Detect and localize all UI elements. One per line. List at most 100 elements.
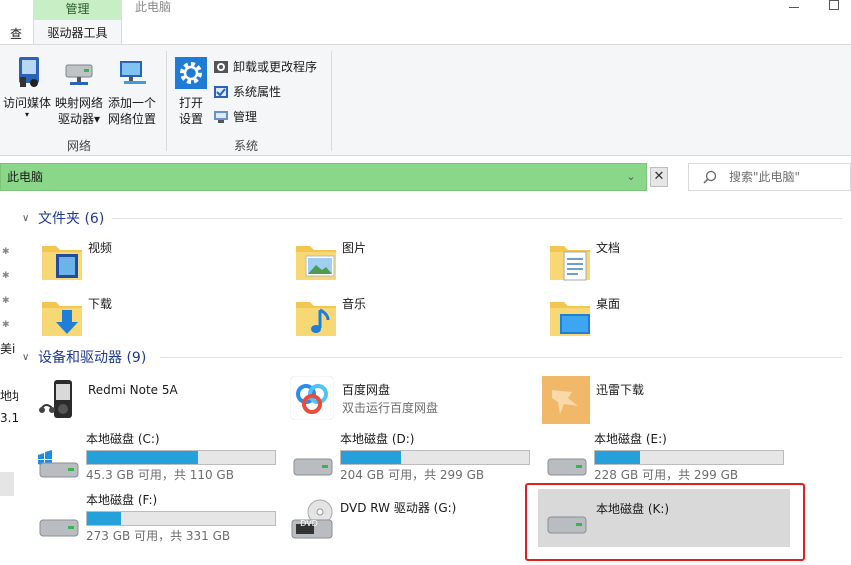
group-network-label: 网络 bbox=[67, 139, 92, 153]
drive-space-info: 45.3 GB 可用，共 110 GB bbox=[86, 468, 234, 482]
hard-drive-icon bbox=[39, 519, 79, 537]
devices-header-label: 设备和驱动器 (9) bbox=[38, 350, 147, 366]
hard-drive-icon bbox=[293, 458, 333, 476]
system-properties-icon bbox=[214, 86, 228, 98]
baidu-name: 百度网盘 bbox=[342, 383, 391, 397]
device-baidu-netdisk[interactable]: 百度网盘 双击运行百度网盘 bbox=[290, 376, 534, 434]
drive-name: 本地磁盘 (F:) bbox=[86, 493, 158, 507]
drive-d[interactable]: 本地磁盘 (D:) 204 GB 可用，共 299 GB bbox=[290, 431, 534, 489]
folder-label: 音乐 bbox=[342, 297, 367, 311]
search-input[interactable]: 搜索"此电脑" bbox=[688, 163, 851, 191]
pin-icon: ✱ bbox=[2, 320, 10, 330]
drive-usage-fill bbox=[87, 512, 121, 525]
address-path: 此电脑 bbox=[7, 170, 44, 184]
drive-usage-fill bbox=[341, 451, 402, 464]
folder-pictures[interactable]: 图片 bbox=[294, 240, 544, 290]
baidu-subtitle: 双击运行百度网盘 bbox=[342, 401, 439, 415]
documents-folder-icon bbox=[550, 246, 590, 281]
window-title: 此电脑 bbox=[135, 0, 172, 14]
folder-label: 视频 bbox=[88, 241, 113, 255]
open-settings-label-2: 设置 bbox=[178, 112, 203, 126]
address-bar[interactable]: 此电脑 ⌄ bbox=[0, 163, 647, 191]
chevron-down-icon[interactable]: ⌄ bbox=[621, 167, 641, 187]
nav-item-partial[interactable]: 3.1 bbox=[0, 411, 18, 425]
folder-videos[interactable]: 视频 bbox=[40, 240, 290, 290]
drive-usage-bar bbox=[340, 450, 530, 465]
open-settings-button[interactable]: 打开 设置 bbox=[172, 57, 210, 127]
drive-space-info: 228 GB 可用，共 299 GB bbox=[594, 468, 739, 482]
map-drive-label-2: 驱动器▾ bbox=[57, 112, 101, 126]
navigation-pane: ✱ ✱ ✱ ✱ 美i 地址 3.1 bbox=[0, 191, 18, 565]
title-bar: 管理 查看 驱动器工具 此电脑 bbox=[0, 0, 851, 45]
network-drive-icon bbox=[65, 64, 93, 85]
devices-section-header[interactable]: ∨ 设备和驱动器 (9) bbox=[22, 347, 146, 367]
drive-c[interactable]: 本地磁盘 (C:) 45.3 GB 可用，共 110 GB bbox=[36, 431, 280, 489]
section-divider bbox=[112, 218, 842, 219]
access-media-button[interactable]: 访问媒体 ▾ bbox=[0, 55, 54, 119]
drive-usage-fill bbox=[595, 451, 641, 464]
drive-usage-bar bbox=[86, 450, 276, 465]
close-icon[interactable]: ✕ bbox=[650, 167, 668, 187]
drive-space-info: 273 GB 可用，共 331 GB bbox=[86, 529, 231, 543]
device-phone[interactable]: Redmi Note 5A bbox=[36, 378, 280, 436]
ribbon-separator bbox=[331, 51, 332, 151]
folder-label: 图片 bbox=[342, 241, 367, 255]
access-media-label-1: 访问媒体 bbox=[2, 96, 51, 110]
drive-usage-bar bbox=[86, 511, 276, 526]
media-icon bbox=[19, 57, 39, 87]
pin-icon: ✱ bbox=[2, 296, 10, 306]
section-divider bbox=[160, 357, 842, 358]
xunlei-name: 迅雷下载 bbox=[596, 383, 645, 397]
uninstall-program-button[interactable]: 卸载或更改程序 bbox=[213, 57, 317, 77]
drive-name: DVD RW 驱动器 (G:) bbox=[340, 501, 457, 515]
folder-music[interactable]: 音乐 bbox=[294, 296, 544, 346]
add-location-label-1: 添加一个 bbox=[107, 96, 156, 110]
annotation-highlight-box bbox=[525, 483, 805, 561]
drive-name: 本地磁盘 (C:) bbox=[86, 432, 160, 446]
device-name: Redmi Note 5A bbox=[88, 383, 178, 397]
manage-icon bbox=[214, 111, 228, 123]
hard-drive-icon bbox=[547, 458, 587, 476]
system-properties-label: 系统属性 bbox=[233, 85, 282, 99]
maximize-button[interactable] bbox=[829, 0, 839, 10]
nav-item-partial[interactable]: 美i bbox=[0, 340, 18, 357]
drive-f[interactable]: 本地磁盘 (F:) 273 GB 可用，共 331 GB bbox=[36, 492, 280, 550]
music-folder-icon bbox=[296, 302, 336, 336]
device-xunlei-download[interactable]: 迅雷下载 bbox=[542, 376, 786, 434]
open-settings-label-1: 打开 bbox=[178, 96, 203, 110]
media-player-icon bbox=[39, 380, 72, 418]
gear-icon bbox=[175, 57, 207, 89]
nav-item-partial[interactable]: 地址 bbox=[0, 387, 18, 404]
drive-e[interactable]: 本地磁盘 (E:) 228 GB 可用，共 299 GB bbox=[544, 431, 788, 489]
ribbon: 访问媒体 ▾ 映射网络 驱动器▾ 添加一个 网络位置 网络 打开 设置 卸载或更… bbox=[0, 44, 851, 156]
nav-selected-item[interactable] bbox=[0, 472, 14, 496]
tab-view[interactable]: 查看 bbox=[0, 24, 22, 44]
windows-drive-icon bbox=[38, 450, 79, 478]
drive-usage-fill bbox=[87, 451, 198, 464]
folder-documents[interactable]: 文档 bbox=[548, 240, 798, 290]
manage-button[interactable]: 管理 bbox=[213, 107, 257, 127]
folder-downloads[interactable]: 下载 bbox=[40, 296, 290, 346]
drive-name: 本地磁盘 (D:) bbox=[340, 432, 415, 446]
add-network-location-button[interactable]: 添加一个 网络位置 bbox=[106, 57, 158, 127]
xunlei-folder-icon bbox=[542, 376, 590, 424]
network-location-icon bbox=[120, 61, 146, 84]
uninstall-label: 卸载或更改程序 bbox=[233, 60, 318, 74]
chevron-down-icon: ∨ bbox=[22, 351, 30, 363]
map-network-drive-button[interactable]: 映射网络 驱动器▾ bbox=[53, 57, 105, 127]
search-icon bbox=[703, 170, 717, 184]
ribbon-separator bbox=[166, 51, 167, 151]
add-location-label-2: 网络位置 bbox=[107, 112, 156, 126]
minimize-button[interactable] bbox=[787, 0, 803, 14]
folder-desktop[interactable]: 桌面 bbox=[548, 296, 798, 346]
pin-icon: ✱ bbox=[2, 247, 10, 257]
drive-name: 本地磁盘 (E:) bbox=[594, 432, 667, 446]
pictures-folder-icon bbox=[296, 246, 336, 280]
tab-drive-tools[interactable]: 驱动器工具 bbox=[33, 20, 122, 45]
folder-label: 桌面 bbox=[596, 297, 621, 311]
system-properties-button[interactable]: 系统属性 bbox=[213, 82, 281, 102]
folders-section-header[interactable]: ∨ 文件夹 (6) bbox=[22, 208, 104, 228]
search-placeholder: 搜索"此电脑" bbox=[729, 170, 801, 184]
drive-g-dvd[interactable]: DVD DVD RW 驱动器 (G:) bbox=[290, 496, 534, 554]
tab-manage-context: 管理 bbox=[33, 0, 122, 20]
